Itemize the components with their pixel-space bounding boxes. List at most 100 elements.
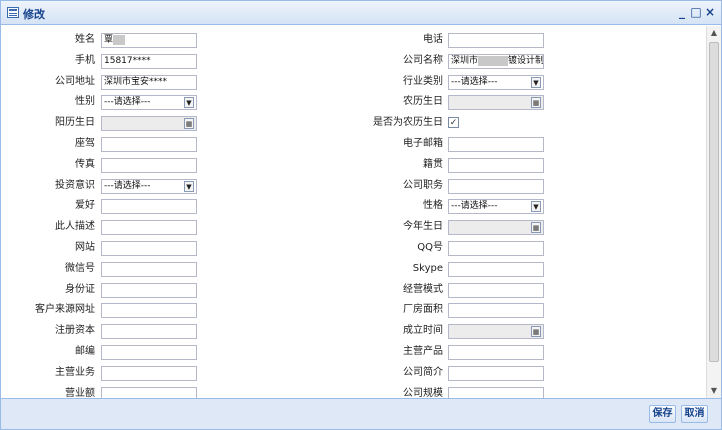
field-label: 爱好: [75, 200, 95, 211]
text-field[interactable]: [448, 137, 544, 152]
field-value: 覃: [104, 35, 114, 45]
date-field[interactable]: ▦: [448, 220, 544, 235]
close-icon[interactable]: ×: [703, 5, 717, 19]
field-label: 客户来源网址: [35, 304, 95, 315]
field-value: ---请选择---: [451, 77, 498, 87]
select-field[interactable]: ---请选择--- ▼: [101, 95, 197, 110]
text-field[interactable]: 覃: [101, 33, 197, 48]
field-label: 性格: [423, 200, 443, 211]
field-label: 电子邮箱: [403, 138, 443, 149]
field-value-suffix: 镀设计制: [508, 56, 544, 66]
dialog-footer: 保存 取消: [1, 398, 721, 429]
text-field[interactable]: [101, 158, 197, 173]
date-field[interactable]: ▦: [448, 95, 544, 110]
field-label: 是否为农历生日: [373, 117, 443, 128]
field-label: 注册资本: [55, 325, 95, 336]
field-label: 邮编: [75, 346, 95, 357]
field-label: 行业类别: [403, 76, 443, 87]
text-field[interactable]: [448, 179, 544, 194]
text-field[interactable]: [448, 366, 544, 381]
text-field[interactable]: [101, 262, 197, 277]
text-field[interactable]: 深圳市 镀设计制: [448, 54, 544, 69]
field-value: ---请选择---: [104, 181, 151, 191]
field-label: 传真: [75, 159, 95, 170]
text-field[interactable]: [448, 241, 544, 256]
field-value: 15817****: [104, 56, 151, 66]
field-label: 投资意识: [55, 180, 95, 191]
scroll-thumb[interactable]: [709, 42, 719, 362]
field-label: 成立时间: [403, 325, 443, 336]
field-label: 农历生日: [403, 96, 443, 107]
text-field[interactable]: [448, 33, 544, 48]
field-label: 营业额: [65, 388, 95, 398]
text-field[interactable]: 深圳市宝安****: [101, 75, 197, 90]
field-label: 性别: [75, 96, 95, 107]
chevron-down-icon[interactable]: ▼: [184, 97, 194, 108]
vertical-scrollbar[interactable]: ▲ ▼: [706, 26, 721, 398]
chevron-down-icon[interactable]: ▼: [531, 201, 541, 212]
text-field[interactable]: [101, 303, 197, 318]
field-value: 深圳市宝安****: [104, 77, 168, 87]
scroll-down-icon[interactable]: ▼: [708, 384, 720, 398]
text-field[interactable]: [101, 366, 197, 381]
field-label: 经营模式: [403, 284, 443, 295]
field-value: ---请选择---: [451, 201, 498, 211]
dialog-title: 修改: [23, 8, 45, 21]
field-label: QQ号: [417, 242, 443, 253]
cancel-button[interactable]: 取消: [681, 405, 708, 423]
field-label: 籍贯: [423, 159, 443, 170]
text-field[interactable]: [448, 387, 544, 398]
text-field[interactable]: [101, 241, 197, 256]
select-field[interactable]: ---请选择--- ▼: [448, 75, 544, 90]
scroll-up-icon[interactable]: ▲: [708, 26, 720, 40]
field-label: 公司规模: [403, 388, 443, 398]
text-field[interactable]: [101, 387, 197, 398]
text-field[interactable]: [448, 303, 544, 318]
text-field[interactable]: [101, 137, 197, 152]
field-label: 座驾: [75, 138, 95, 149]
field-label: 主营产品: [403, 346, 443, 357]
field-label: 厂房面积: [403, 304, 443, 315]
text-field[interactable]: [101, 345, 197, 360]
chevron-down-icon[interactable]: ▼: [531, 77, 541, 88]
date-field[interactable]: ▦: [101, 116, 197, 131]
text-field[interactable]: [448, 345, 544, 360]
calendar-icon[interactable]: ▦: [531, 222, 541, 233]
field-value: 深圳市: [451, 56, 479, 66]
text-field[interactable]: [448, 262, 544, 277]
text-field[interactable]: 15817****: [101, 54, 197, 69]
select-field[interactable]: ---请选择--- ▼: [101, 179, 197, 194]
text-field[interactable]: [448, 158, 544, 173]
save-button[interactable]: 保存: [649, 405, 676, 423]
field-label: 公司职务: [403, 180, 443, 191]
calendar-icon[interactable]: ▦: [531, 326, 541, 337]
field-label: 微信号: [65, 263, 95, 274]
field-value: ---请选择---: [104, 97, 151, 107]
field-label: 公司地址: [55, 76, 95, 87]
select-field[interactable]: ---请选择--- ▼: [448, 199, 544, 214]
text-field[interactable]: [101, 283, 197, 298]
chevron-down-icon[interactable]: ▼: [184, 181, 194, 192]
redacted-text: [478, 55, 509, 66]
field-label: 公司名称: [403, 55, 443, 66]
field-label: 今年生日: [403, 221, 443, 232]
text-field[interactable]: [101, 324, 197, 339]
redacted-text: [113, 34, 126, 45]
title-bar[interactable]: 修改 _ □ ×: [1, 1, 721, 25]
field-label: 此人描述: [55, 221, 95, 232]
calendar-icon[interactable]: ▦: [184, 118, 194, 129]
maximize-icon[interactable]: □: [689, 5, 703, 19]
calendar-icon[interactable]: ▦: [531, 97, 541, 108]
text-field[interactable]: [101, 199, 197, 214]
field-label: 电话: [423, 34, 443, 45]
form-panel: 姓名覃手机 15817**** 公司地址 深圳市宝安**** 性别 ---请选择--- ▼ 阳…: [1, 26, 705, 398]
date-field[interactable]: ▦: [448, 324, 544, 339]
field-label: 网站: [75, 242, 95, 253]
field-label: Skype: [412, 263, 443, 274]
lunar-birthday-checkbox[interactable]: ✓: [448, 117, 459, 128]
edit-dialog: 修改 _ □ × 姓名覃手机 15817**** 公司地址 深圳市宝安**** 性别 --…: [0, 0, 722, 430]
minimize-icon[interactable]: _: [675, 5, 689, 19]
field-label: 身份证: [65, 284, 95, 295]
text-field[interactable]: [448, 283, 544, 298]
text-field[interactable]: [101, 220, 197, 235]
